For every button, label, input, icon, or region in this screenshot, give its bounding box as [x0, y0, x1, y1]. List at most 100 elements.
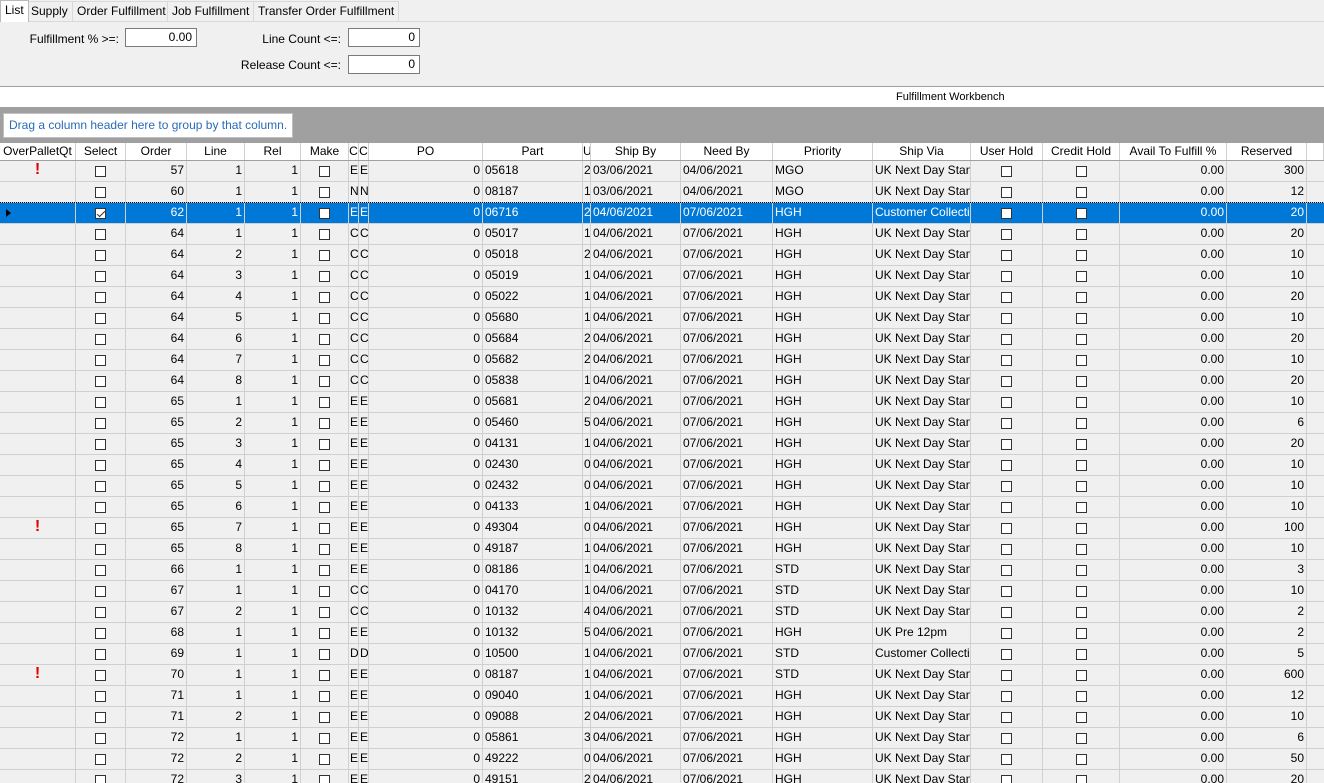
- cell-line[interactable]: 8: [187, 371, 245, 391]
- cell-c2[interactable]: C: [359, 602, 369, 622]
- cell-order[interactable]: 70: [126, 665, 187, 685]
- cell-priority[interactable]: HGH: [773, 686, 873, 706]
- cell-need-by[interactable]: 07/06/2021: [681, 455, 773, 475]
- make-checkbox[interactable]: [319, 396, 330, 408]
- cell-rel[interactable]: 1: [245, 308, 301, 328]
- cell-c2[interactable]: E: [359, 434, 369, 454]
- cell-line[interactable]: 1: [187, 224, 245, 244]
- cell-order[interactable]: 64: [126, 266, 187, 286]
- cell-u[interactable]: 2: [583, 350, 591, 370]
- cell-avail-to-fulfill[interactable]: 0.00: [1120, 497, 1227, 517]
- table-row[interactable]: 69 1 1 D D 0 10500 1 04/06/2021 07/06/2021 STD Cust…: [0, 644, 1324, 665]
- cell-part[interactable]: 10132: [483, 602, 583, 622]
- cell-ship-via[interactable]: UK Next Day Stan: [873, 413, 971, 433]
- cell-ship-via[interactable]: UK Next Day Stan: [873, 350, 971, 370]
- cell-u[interactable]: 1: [583, 539, 591, 559]
- cell-c1[interactable]: E: [349, 413, 359, 433]
- cell-po[interactable]: 0: [369, 224, 483, 244]
- cell-u[interactable]: 4: [583, 602, 591, 622]
- cell-ship-via[interactable]: UK Next Day Stan: [873, 518, 971, 538]
- cell-c2[interactable]: C: [359, 308, 369, 328]
- cell-need-by[interactable]: 07/06/2021: [681, 350, 773, 370]
- column-header-u[interactable]: U: [583, 143, 591, 160]
- cell-c1[interactable]: E: [349, 749, 359, 769]
- make-checkbox[interactable]: [319, 480, 330, 492]
- cell-need-by[interactable]: 07/06/2021: [681, 644, 773, 664]
- cell-line[interactable]: 2: [187, 749, 245, 769]
- cell-line[interactable]: 7: [187, 518, 245, 538]
- cell-c2[interactable]: E: [359, 560, 369, 580]
- select-checkbox[interactable]: [95, 291, 106, 303]
- cell-line[interactable]: 1: [187, 728, 245, 748]
- cell-order[interactable]: 64: [126, 371, 187, 391]
- cell-line[interactable]: 1: [187, 581, 245, 601]
- table-row[interactable]: 65 2 1 E E 0 05460 5 04/06/2021 07/06/2021 HGH UK N…: [0, 413, 1324, 434]
- user-hold-checkbox[interactable]: [1001, 711, 1012, 723]
- make-checkbox[interactable]: [319, 291, 330, 303]
- cell-ship-via[interactable]: UK Next Day Stan: [873, 308, 971, 328]
- cell-order[interactable]: 64: [126, 329, 187, 349]
- cell-order[interactable]: 68: [126, 623, 187, 643]
- cell-c1[interactable]: E: [349, 203, 359, 223]
- cell-c2[interactable]: E: [359, 413, 369, 433]
- cell-rel[interactable]: 1: [245, 182, 301, 202]
- cell-c1[interactable]: C: [349, 329, 359, 349]
- cell-priority[interactable]: HGH: [773, 329, 873, 349]
- cell-c1[interactable]: E: [349, 770, 359, 783]
- cell-u[interactable]: 1: [583, 497, 591, 517]
- cell-need-by[interactable]: 07/06/2021: [681, 413, 773, 433]
- cell-line[interactable]: 1: [187, 182, 245, 202]
- column-header-rel[interactable]: Rel: [245, 143, 301, 160]
- cell-order[interactable]: 65: [126, 539, 187, 559]
- user-hold-checkbox[interactable]: [1001, 291, 1012, 303]
- cell-part[interactable]: 05681: [483, 392, 583, 412]
- cell-need-by[interactable]: 07/06/2021: [681, 518, 773, 538]
- cell-ship-by[interactable]: 04/06/2021: [591, 581, 681, 601]
- cell-ship-by[interactable]: 04/06/2021: [591, 476, 681, 496]
- cell-need-by[interactable]: 04/06/2021: [681, 161, 773, 181]
- table-row[interactable]: 65 3 1 E E 0 04131 1 04/06/2021 07/06/2021 HGH UK N…: [0, 434, 1324, 455]
- select-checkbox[interactable]: [95, 333, 106, 345]
- cell-c1[interactable]: C: [349, 308, 359, 328]
- credit-hold-checkbox[interactable]: [1075, 333, 1087, 345]
- table-row[interactable]: 72 2 1 E E 0 49222 0 04/06/2021 07/06/2021 HGH UK N…: [0, 749, 1324, 770]
- cell-c1[interactable]: E: [349, 707, 359, 727]
- cell-po[interactable]: 0: [369, 161, 483, 181]
- cell-need-by[interactable]: 07/06/2021: [681, 581, 773, 601]
- cell-reserved[interactable]: 10: [1227, 350, 1307, 370]
- make-checkbox[interactable]: [319, 438, 330, 450]
- cell-priority[interactable]: HGH: [773, 749, 873, 769]
- cell-part[interactable]: 10500: [483, 644, 583, 664]
- cell-need-by[interactable]: 07/06/2021: [681, 245, 773, 265]
- cell-u[interactable]: 2: [583, 392, 591, 412]
- cell-avail-to-fulfill[interactable]: 0.00: [1120, 560, 1227, 580]
- cell-c1[interactable]: E: [349, 476, 359, 496]
- cell-rel[interactable]: 1: [245, 560, 301, 580]
- cell-ship-via[interactable]: Customer Collecti: [873, 644, 971, 664]
- cell-po[interactable]: 0: [369, 245, 483, 265]
- select-checkbox[interactable]: [95, 711, 106, 723]
- cell-priority[interactable]: MGO: [773, 182, 873, 202]
- cell-need-by[interactable]: 07/06/2021: [681, 749, 773, 769]
- credit-hold-checkbox[interactable]: [1075, 585, 1087, 597]
- cell-ship-by[interactable]: 04/06/2021: [591, 707, 681, 727]
- cell-ship-via[interactable]: UK Next Day Stan: [873, 665, 971, 685]
- user-hold-checkbox[interactable]: [1001, 732, 1012, 744]
- select-checkbox[interactable]: [95, 522, 106, 534]
- make-checkbox[interactable]: [319, 690, 330, 702]
- cell-po[interactable]: 0: [369, 581, 483, 601]
- select-checkbox[interactable]: [95, 354, 106, 366]
- cell-line[interactable]: 5: [187, 308, 245, 328]
- cell-c2[interactable]: E: [359, 770, 369, 783]
- cell-c2[interactable]: E: [359, 497, 369, 517]
- cell-ship-by[interactable]: 04/06/2021: [591, 203, 681, 223]
- column-header-ship-by[interactable]: Ship By: [591, 143, 681, 160]
- cell-avail-to-fulfill[interactable]: 0.00: [1120, 665, 1227, 685]
- cell-c2[interactable]: E: [359, 749, 369, 769]
- cell-part[interactable]: 04170: [483, 581, 583, 601]
- make-checkbox[interactable]: [319, 648, 330, 660]
- credit-hold-checkbox[interactable]: [1075, 669, 1087, 681]
- cell-po[interactable]: 0: [369, 602, 483, 622]
- cell-c1[interactable]: N: [349, 182, 359, 202]
- cell-priority[interactable]: HGH: [773, 308, 873, 328]
